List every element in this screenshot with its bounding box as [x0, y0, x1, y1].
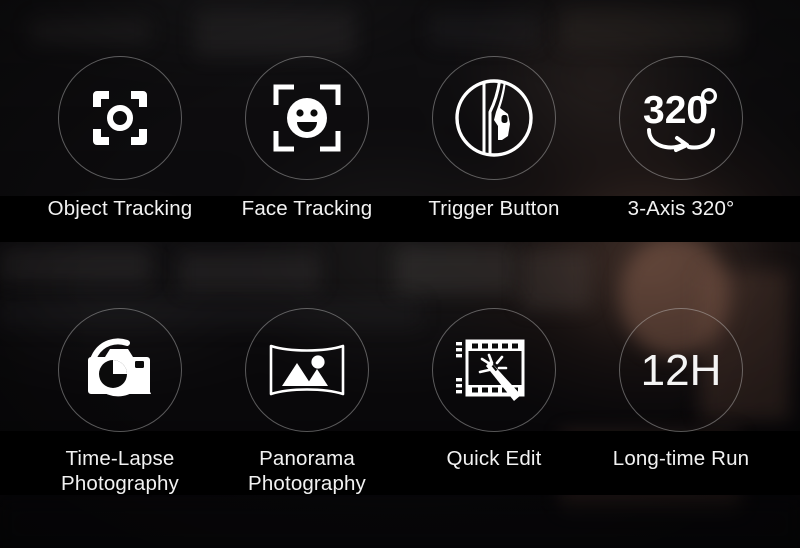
panorama-image-icon [268, 342, 346, 398]
rotation-320-icon: 320 [639, 83, 723, 153]
object-tracking-icon [89, 87, 151, 149]
film-magic-wand-icon [456, 335, 532, 405]
icon-circle: 12H [619, 308, 743, 432]
feature-item-three-axis[interactable]: 320 3-Axis 320° [587, 56, 775, 221]
icon-circle [245, 308, 369, 432]
runtime-value-text: 12H [641, 346, 722, 395]
face-tracking-icon [273, 84, 341, 152]
feature-label: Quick Edit [446, 447, 542, 470]
feature-item-panorama[interactable]: Panorama Photography [213, 308, 401, 496]
feature-item-object-tracking[interactable]: Object Tracking [26, 56, 214, 221]
feature-label: 3-Axis 320° [627, 197, 735, 220]
feature-label: Long-time Run [612, 447, 750, 470]
feature-item-time-lapse[interactable]: Time-Lapse Photography [26, 308, 214, 496]
feature-item-quick-edit[interactable]: Quick Edit [400, 308, 588, 471]
icon-circle [58, 56, 182, 180]
feature-label: Face Tracking [241, 197, 373, 220]
icon-circle [58, 308, 182, 432]
feature-label: Time-Lapse Photography [61, 447, 179, 495]
feature-item-long-time-run[interactable]: 12H Long-time Run [587, 308, 775, 471]
battery-12h-icon: 12H [635, 345, 727, 395]
feature-item-trigger-button[interactable]: Trigger Button [400, 56, 588, 221]
feature-label: Trigger Button [428, 197, 560, 220]
feature-highlight-poster: Object Tracking Face Tracking Trigger Bu… [0, 0, 800, 548]
icon-circle [432, 308, 556, 432]
feature-label: Panorama Photography [248, 447, 366, 495]
feature-label: Object Tracking [47, 197, 193, 220]
feature-grid: Object Tracking Face Tracking Trigger Bu… [0, 0, 800, 548]
icon-circle [432, 56, 556, 180]
icon-circle: 320 [619, 56, 743, 180]
time-lapse-camera-icon [83, 335, 157, 405]
rotation-value-text: 320 [643, 89, 708, 132]
icon-circle [245, 56, 369, 180]
feature-item-face-tracking[interactable]: Face Tracking [213, 56, 401, 221]
trigger-button-icon [454, 78, 534, 158]
